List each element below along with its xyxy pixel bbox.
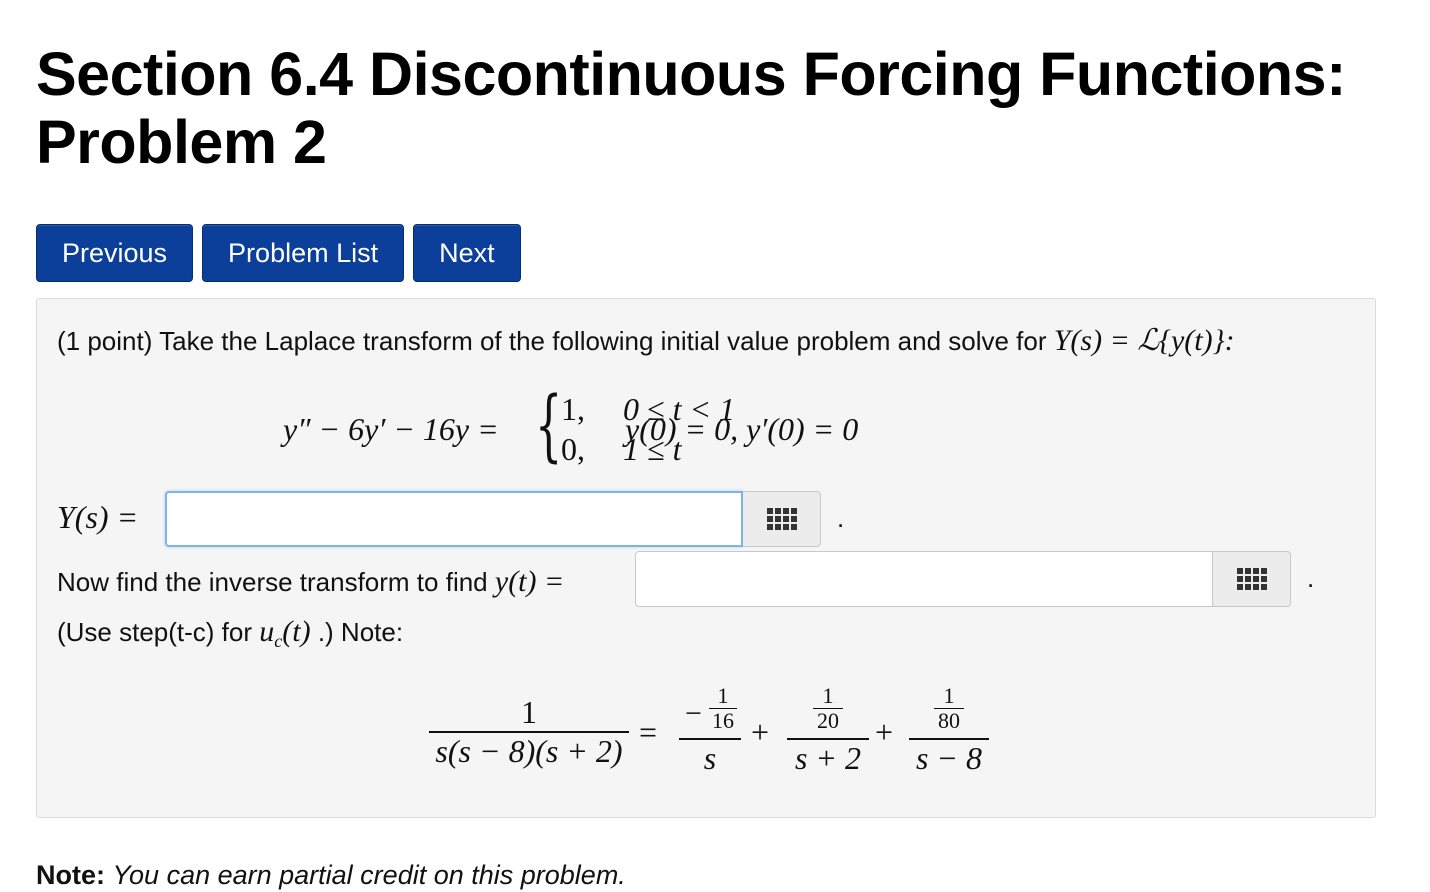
answer1-period: . xyxy=(837,503,845,533)
case2-value: 0, xyxy=(561,431,585,467)
equation-editor-button-2[interactable] xyxy=(1213,551,1291,607)
term2-denominator: s + 2 xyxy=(794,740,862,776)
step-note-text-2: .) Note: xyxy=(317,617,404,647)
inverse-text: Now find the inverse transform to find xyxy=(57,567,488,597)
term2-numerator: 1 20 xyxy=(787,684,869,738)
term3-denominator: s − 8 xyxy=(915,740,983,776)
term3-numerator: 1 80 xyxy=(909,684,989,738)
step-note-math-2: (t) xyxy=(282,615,311,648)
equation-editor-button-1[interactable] xyxy=(743,491,821,547)
term3-inner-num: 1 xyxy=(943,683,955,708)
answer2-period: . xyxy=(1307,563,1315,593)
step-note-math: u xyxy=(259,615,275,648)
answer2-input[interactable] xyxy=(635,551,1213,607)
partial-credit-note: Note: You can earn partial credit on thi… xyxy=(36,860,626,891)
lhs-numerator: 1 xyxy=(521,694,537,730)
case1-value: 1, xyxy=(561,391,585,427)
grid-icon xyxy=(1236,568,1267,590)
plus-sign-2: + xyxy=(875,714,894,750)
plus-sign-1: + xyxy=(751,714,770,750)
note-text: You can earn partial credit on this prob… xyxy=(112,860,626,890)
term1-denominator: s xyxy=(703,740,717,776)
problem-intro: (1 point) Take the Laplace transform of … xyxy=(57,323,1235,358)
page-title: Section 6.4 Discontinuous Forcing Functi… xyxy=(36,40,1346,176)
note-label: Note: xyxy=(36,860,105,890)
problem-intro-math: Y(s) = ℒ{y(t)}: xyxy=(1053,324,1235,357)
term1-fraction: − 1 16 s xyxy=(679,684,741,777)
term2-inner: 1 20 xyxy=(813,684,843,733)
inverse-math: y(t) = xyxy=(494,565,565,598)
problem-nav: Previous Problem List Next xyxy=(36,224,530,284)
lhs-fraction: 1 s(s − 8)(s + 2) xyxy=(429,694,629,770)
step-note: (Use step(t-c) for uc(t) .) Note: xyxy=(57,615,403,652)
ivp-left-side: y″ − 6y′ − 16y = xyxy=(283,411,499,447)
previous-button[interactable]: Previous xyxy=(36,224,194,282)
term1-inner-den: 16 xyxy=(709,708,737,733)
term1-inner-num: 1 xyxy=(717,683,729,708)
answer1-input[interactable] xyxy=(165,491,743,547)
grid-icon xyxy=(766,508,797,530)
piecewise-brace: { xyxy=(535,381,563,471)
term2-inner-num: 1 xyxy=(822,683,834,708)
term3-inner-den: 80 xyxy=(934,708,964,733)
problem-intro-text: (1 point) Take the Laplace transform of … xyxy=(57,326,1047,356)
problem-panel: (1 point) Take the Laplace transform of … xyxy=(36,298,1376,818)
term2-fraction: 1 20 s + 2 xyxy=(787,684,869,777)
term1-neg: − xyxy=(685,697,702,730)
next-button[interactable]: Next xyxy=(413,224,521,282)
step-note-text-1: (Use step(t-c) for xyxy=(57,617,253,647)
answer1-label: Y(s) = xyxy=(57,499,139,535)
term2-inner-den: 20 xyxy=(813,708,843,733)
problem-list-button[interactable]: Problem List xyxy=(202,224,405,282)
partial-fraction: 1 s(s − 8)(s + 2) = − 1 16 s + 1 20 s + … xyxy=(429,684,989,784)
inverse-label: Now find the inverse transform to find y… xyxy=(57,565,564,599)
term1-numerator: − 1 16 xyxy=(679,684,741,738)
term1-inner: 1 16 xyxy=(709,684,737,733)
initial-conditions: y(0) = 0, y′(0) = 0 xyxy=(625,411,859,447)
term3-inner: 1 80 xyxy=(934,684,964,733)
equals-sign: = xyxy=(639,714,658,750)
lhs-denominator: s(s − 8)(s + 2) xyxy=(435,733,623,769)
term3-fraction: 1 80 s − 8 xyxy=(909,684,989,777)
